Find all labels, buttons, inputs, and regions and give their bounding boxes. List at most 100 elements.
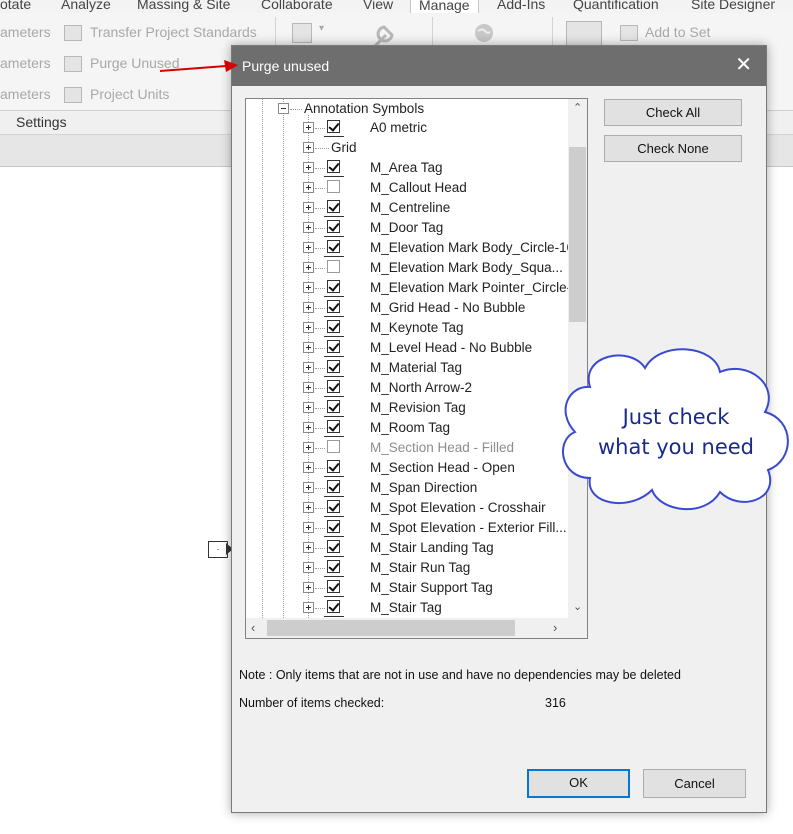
collapse-icon[interactable] — [278, 103, 289, 114]
expand-icon[interactable] — [303, 362, 314, 373]
tree-item-row[interactable]: M_Stair Run Tag — [246, 558, 568, 578]
tree-item-row[interactable]: M_Elevation Mark Body_Squa... — [246, 258, 568, 278]
tree-item-row[interactable]: M_Stair Tag — [246, 598, 568, 618]
tree-item-row[interactable]: M_Stair Support Tag — [246, 578, 568, 598]
expand-icon[interactable] — [303, 562, 314, 573]
tree-item-row[interactable]: M_Callout Head — [246, 178, 568, 198]
tree-item-row[interactable]: M_Door Tag — [246, 218, 568, 238]
settings-panel-label[interactable]: Settings — [16, 114, 67, 130]
ok-button[interactable]: OK — [527, 769, 630, 798]
tree-item-row[interactable]: M_Material Tag — [246, 358, 568, 378]
tree-item-row[interactable]: M_Grid Head - No Bubble — [246, 298, 568, 318]
tab-analyze[interactable]: Analyze — [61, 0, 111, 12]
globe-icon[interactable] — [474, 23, 494, 43]
item-checkbox[interactable] — [327, 380, 340, 393]
dropdown-arrow-icon[interactable]: ▾ — [319, 23, 324, 34]
item-checkbox[interactable] — [327, 520, 340, 533]
expand-icon[interactable] — [303, 142, 314, 153]
scroll-right-icon[interactable]: › — [553, 621, 557, 634]
item-checkbox[interactable] — [327, 500, 340, 513]
item-checkbox[interactable] — [327, 360, 340, 373]
item-checkbox[interactable] — [327, 400, 340, 413]
shared-parameters-button[interactable]: ameters — [0, 55, 51, 71]
check-all-button[interactable]: Check All — [604, 99, 742, 126]
item-checkbox[interactable] — [327, 220, 340, 233]
tree-item-row[interactable]: M_Centreline — [246, 198, 568, 218]
expand-icon[interactable] — [303, 422, 314, 433]
purge-unused-button[interactable]: Purge Unused — [90, 55, 180, 71]
tree-item-row[interactable]: M_Level Head - No Bubble — [246, 338, 568, 358]
expand-icon[interactable] — [303, 502, 314, 513]
tree-item-row[interactable]: M_Spot Elevation - Crosshair — [246, 498, 568, 518]
expand-icon[interactable] — [303, 322, 314, 333]
tab-quantification[interactable]: Quantification — [573, 0, 659, 12]
object-styles-icon[interactable] — [292, 23, 312, 43]
item-checkbox[interactable] — [327, 180, 340, 193]
item-checkbox[interactable] — [327, 440, 340, 453]
expand-icon[interactable] — [303, 202, 314, 213]
tree-item-row[interactable]: A0 metric — [246, 118, 568, 138]
transfer-project-standards-button[interactable]: Transfer Project Standards — [90, 24, 257, 40]
expand-icon[interactable] — [303, 242, 314, 253]
item-checkbox[interactable] — [327, 320, 340, 333]
expand-icon[interactable] — [303, 262, 314, 273]
tab-collaborate[interactable]: Collaborate — [261, 0, 333, 12]
item-checkbox[interactable] — [327, 540, 340, 553]
tree-item-row[interactable]: M_Elevation Mark Pointer_Circle- — [246, 278, 568, 298]
item-checkbox[interactable] — [327, 480, 340, 493]
canvas-tag-element[interactable]: · — [208, 541, 228, 558]
tree-root-row[interactable]: Annotation Symbols — [246, 99, 568, 119]
cancel-button[interactable]: Cancel — [643, 769, 746, 798]
tree-item-row[interactable]: M_Span Direction — [246, 478, 568, 498]
horizontal-scrollbar[interactable]: ‹ › — [246, 618, 568, 638]
scroll-down-icon[interactable]: ⌄ — [573, 602, 582, 613]
project-parameters-button[interactable]: ameters — [0, 24, 51, 40]
item-checkbox[interactable] — [327, 420, 340, 433]
tree-item-row[interactable]: M_Room Tag — [246, 418, 568, 438]
dialog-titlebar[interactable]: Purge unused ✕ — [232, 46, 766, 86]
project-units-button[interactable]: Project Units — [90, 86, 169, 102]
expand-icon[interactable] — [303, 582, 314, 593]
expand-icon[interactable] — [303, 282, 314, 293]
tree-item-row[interactable]: Grid — [246, 138, 568, 158]
vertical-scroll-thumb[interactable] — [569, 147, 586, 322]
tab-add-ins[interactable]: Add-Ins — [497, 0, 545, 12]
item-checkbox[interactable] — [327, 200, 340, 213]
item-checkbox[interactable] — [327, 600, 340, 613]
item-checkbox[interactable] — [327, 260, 340, 273]
expand-icon[interactable] — [303, 122, 314, 133]
expand-icon[interactable] — [303, 482, 314, 493]
expand-icon[interactable] — [303, 522, 314, 533]
item-checkbox[interactable] — [327, 120, 340, 133]
expand-icon[interactable] — [303, 602, 314, 613]
vertical-scrollbar[interactable]: ⌃ ⌄ — [568, 99, 587, 618]
item-checkbox[interactable] — [327, 580, 340, 593]
expand-icon[interactable] — [303, 542, 314, 553]
item-checkbox[interactable] — [327, 560, 340, 573]
tree-item-row[interactable]: M_Section Head - Open — [246, 458, 568, 478]
global-parameters-button[interactable]: ameters — [0, 86, 51, 102]
expand-icon[interactable] — [303, 462, 314, 473]
tree-item-row[interactable]: M_Elevation Mark Body_Circle-10 — [246, 238, 568, 258]
scroll-up-icon[interactable]: ⌃ — [573, 103, 582, 114]
tab-manage[interactable]: Manage — [410, 0, 479, 13]
tree-item-row[interactable]: M_Keynote Tag — [246, 318, 568, 338]
expand-icon[interactable] — [303, 382, 314, 393]
tree-item-row[interactable]: M_Stair Landing Tag — [246, 538, 568, 558]
scroll-left-icon[interactable]: ‹ — [251, 621, 255, 634]
tab-site-designer[interactable]: Site Designer — [691, 0, 775, 12]
expand-icon[interactable] — [303, 182, 314, 193]
expand-icon[interactable] — [303, 402, 314, 413]
tree-item-row[interactable]: M_Revision Tag — [246, 398, 568, 418]
item-checkbox[interactable] — [327, 300, 340, 313]
check-none-button[interactable]: Check None — [604, 135, 742, 162]
close-icon[interactable]: ✕ — [735, 55, 752, 75]
tab-view[interactable]: View — [363, 0, 393, 12]
tab-annotate[interactable]: otate — [0, 0, 31, 12]
expand-icon[interactable] — [303, 342, 314, 353]
add-to-set-button[interactable]: Add to Set — [645, 24, 710, 40]
item-checkbox[interactable] — [327, 340, 340, 353]
item-checkbox[interactable] — [327, 280, 340, 293]
expand-icon[interactable] — [303, 222, 314, 233]
tab-massing-site[interactable]: Massing & Site — [137, 0, 230, 12]
